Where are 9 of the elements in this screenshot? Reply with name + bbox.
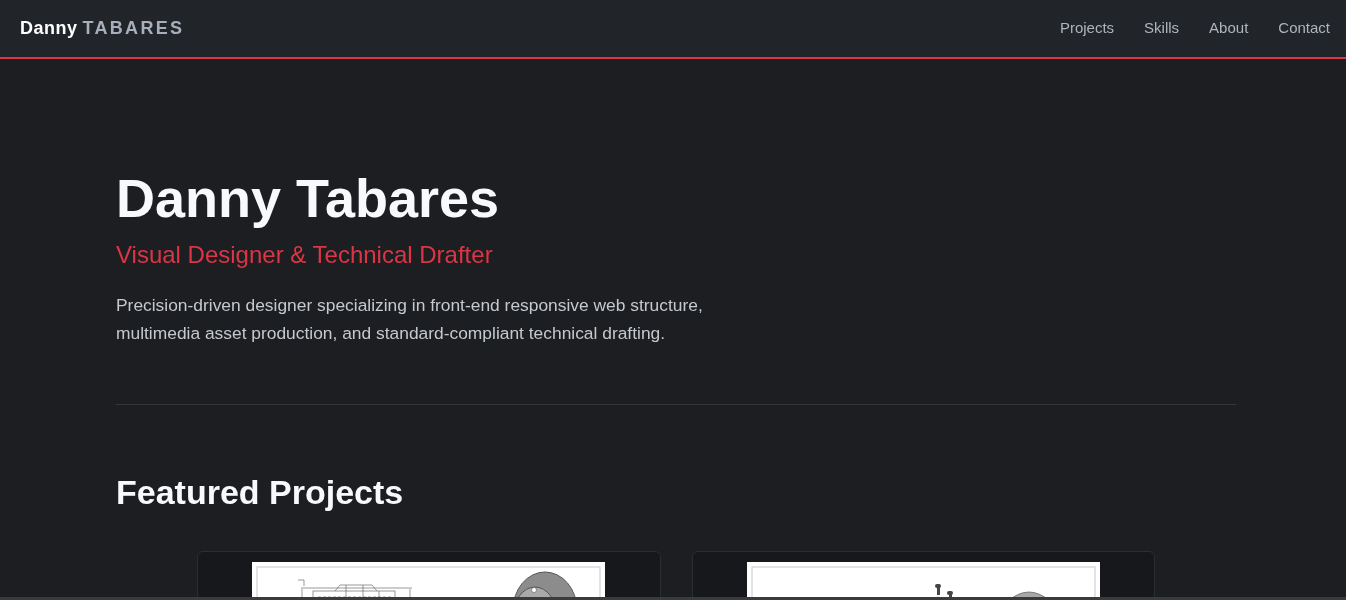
brand-logo-link[interactable]: Danny TABARES [20, 15, 185, 42]
hero-title: Danny Tabares [116, 167, 501, 229]
section-heading: Featured Projects [116, 472, 405, 513]
nav-link[interactable]: About [1197, 11, 1261, 46]
nav-link[interactable]: Projects [1047, 11, 1127, 46]
nav-link[interactable]: Skills [1132, 11, 1192, 46]
hero-description: Precision-driven designer specializing in front-end responsive web structure, multimedia asset production, and standard-compliant technical drafting. [116, 294, 704, 345]
hero-subtitle: Visual Designer & Technical Drafter [116, 240, 494, 270]
nav-link[interactable]: Contact [1266, 11, 1342, 46]
